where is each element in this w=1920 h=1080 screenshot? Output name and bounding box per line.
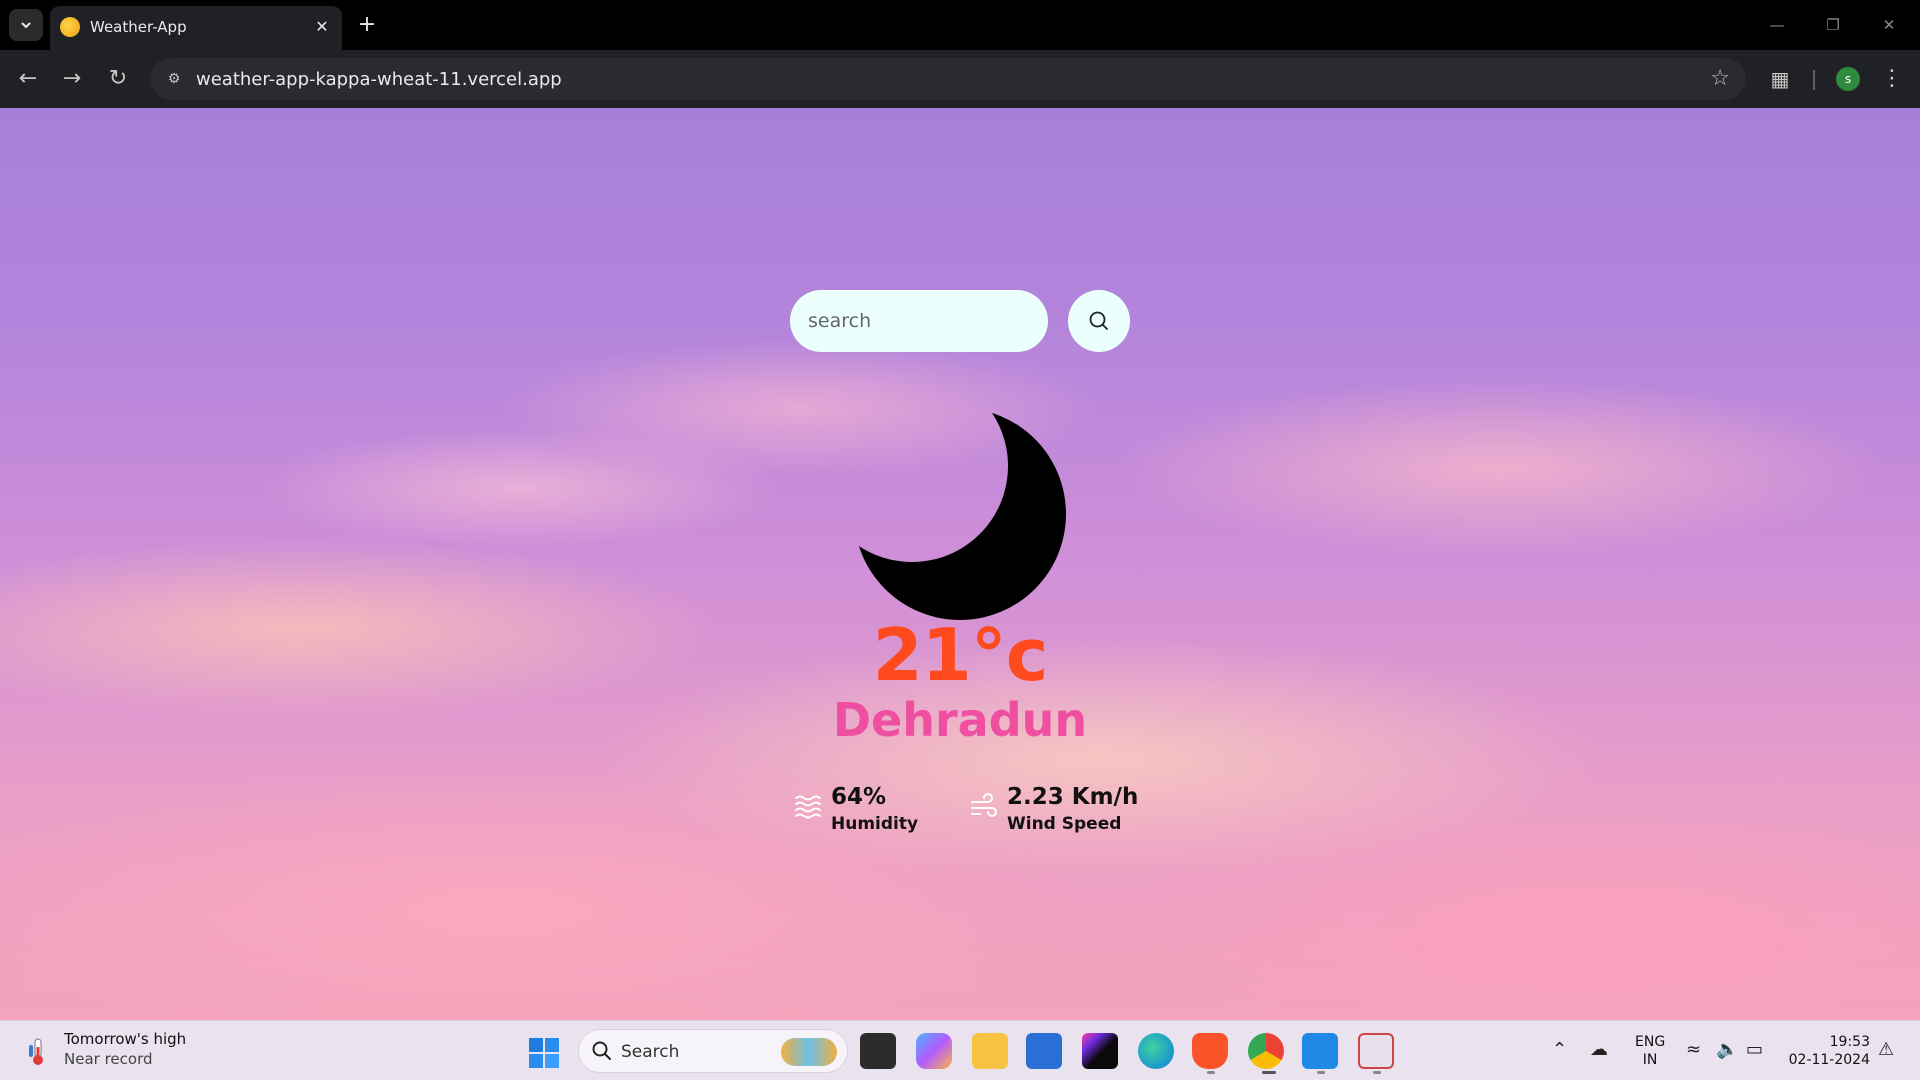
region-code: IN <box>1642 1052 1658 1068</box>
back-arrow-icon[interactable]: ← <box>12 63 44 95</box>
system-clock[interactable]: 19:53 02-11-2024 <box>1780 1033 1870 1069</box>
task-view-icon[interactable] <box>860 1033 896 1069</box>
tab-title: Weather-App <box>90 18 187 36</box>
browser-tab-active[interactable]: Weather-App ✕ <box>50 6 342 50</box>
search-icon <box>592 1041 611 1060</box>
search-icon <box>1089 311 1108 330</box>
clock-date: 02-11-2024 <box>1788 1052 1870 1068</box>
bookmark-star-icon[interactable]: ☆ <box>1710 66 1730 91</box>
notification-bell-icon[interactable]: ⚠ <box>1878 1039 1894 1060</box>
moon-icon <box>854 408 1066 620</box>
weather-widget-title[interactable]: Tomorrow's high <box>64 1030 186 1048</box>
windows-taskbar: Tomorrow's high Near record Search ⌃ ☁ E… <box>0 1020 1920 1080</box>
brave-icon[interactable] <box>1192 1033 1228 1069</box>
restore-icon[interactable]: ❐ <box>1818 10 1848 40</box>
language-indicator[interactable]: ENG IN <box>1635 1033 1665 1069</box>
chevron-down-icon <box>21 22 31 29</box>
humidity-icon <box>795 795 821 819</box>
humidity-label: Humidity <box>831 814 919 834</box>
toolbar-divider <box>1813 70 1815 90</box>
tab-search-button[interactable] <box>9 9 43 41</box>
snipping-tool-icon[interactable] <box>1358 1033 1394 1069</box>
new-tab-button[interactable]: + <box>352 10 382 40</box>
windows-start-icon[interactable] <box>528 1037 560 1069</box>
weather-page: 21°c Dehradun 64% Humidity 2.23 Km/h Win… <box>0 108 1920 1020</box>
browser-menu-icon[interactable]: ⋮ <box>1876 63 1908 95</box>
browser-tab-bar: Weather-App ✕ + — ❐ ✕ <box>0 0 1920 50</box>
window-close-icon[interactable]: ✕ <box>1874 10 1904 40</box>
city-search-input[interactable] <box>790 290 1048 352</box>
microsoft-store-icon[interactable] <box>1026 1033 1062 1069</box>
wifi-icon[interactable]: ≈ <box>1686 1039 1701 1060</box>
brave-running-indicator <box>1207 1071 1215 1074</box>
vscode-running-indicator <box>1317 1071 1325 1074</box>
url-text[interactable]: weather-app-kappa-wheat-11.vercel.app <box>196 69 562 90</box>
city-name: Dehradun <box>832 693 1088 747</box>
search-button[interactable] <box>1068 290 1130 352</box>
clock-time: 19:53 <box>1829 1034 1870 1050</box>
file-explorer-icon[interactable] <box>972 1033 1008 1069</box>
reload-icon[interactable]: ↻ <box>102 63 134 95</box>
search-highlight-icon <box>781 1038 837 1066</box>
extensions-puzzle-icon[interactable]: ▦ <box>1764 63 1796 95</box>
wind-icon <box>971 793 997 817</box>
tab-close-icon[interactable]: ✕ <box>312 17 332 37</box>
profile-avatar[interactable]: S <box>1836 67 1860 91</box>
address-bar[interactable]: ⚙ weather-app-kappa-wheat-11.vercel.app … <box>150 58 1746 100</box>
weather-widget-subtitle[interactable]: Near record <box>64 1050 153 1068</box>
browser-toolbar: ← → ↻ ⚙ weather-app-kappa-wheat-11.verce… <box>0 50 1920 108</box>
thermometer-icon[interactable] <box>28 1037 48 1067</box>
edge-icon[interactable] <box>1138 1033 1174 1069</box>
minimize-icon[interactable]: — <box>1762 10 1792 40</box>
chevron-up-icon[interactable]: ⌃ <box>1552 1039 1567 1060</box>
forward-arrow-icon[interactable]: → <box>56 63 88 95</box>
snipping-running-indicator <box>1373 1071 1381 1074</box>
weather-favicon-icon <box>60 17 80 37</box>
volume-icon[interactable]: 🔈 <box>1716 1039 1738 1060</box>
wind-speed-value: 2.23 Km/h <box>1007 784 1139 810</box>
language-code: ENG <box>1635 1034 1666 1050</box>
copilot-icon[interactable] <box>916 1033 952 1069</box>
temperature-readout: 21°c <box>872 613 1049 697</box>
taskbar-search-label: Search <box>621 1042 680 1062</box>
chrome-icon[interactable] <box>1248 1033 1284 1069</box>
site-info-icon[interactable]: ⚙ <box>162 67 186 91</box>
onedrive-cloud-icon[interactable]: ☁ <box>1590 1039 1608 1060</box>
taskbar-search-box[interactable]: Search <box>578 1029 848 1073</box>
wind-speed-label: Wind Speed <box>1007 814 1122 834</box>
intellij-icon[interactable] <box>1082 1033 1118 1069</box>
chrome-running-indicator <box>1262 1071 1276 1074</box>
humidity-value: 64% <box>831 784 887 810</box>
vscode-icon[interactable] <box>1302 1033 1338 1069</box>
battery-icon[interactable]: ▭ <box>1746 1039 1763 1060</box>
